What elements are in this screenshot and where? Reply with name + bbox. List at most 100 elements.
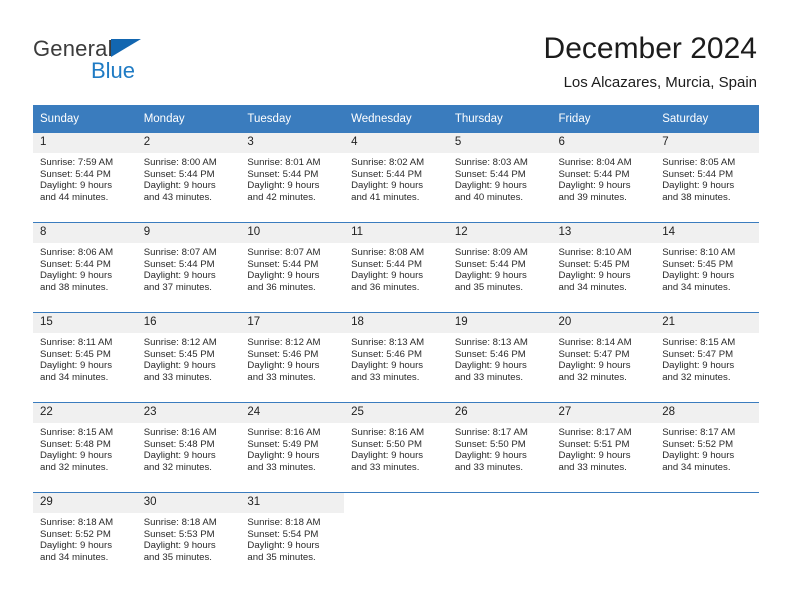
daylight-duration-line1: Daylight: 9 hours bbox=[351, 450, 424, 462]
calendar-day-cell[interactable]: 13 Sunrise: 8:10 AM Sunset: 5:45 PM Dayligh… bbox=[551, 222, 656, 313]
sunset-time: Sunset: 5:52 PM bbox=[40, 528, 111, 540]
sunset-time: Sunset: 5:53 PM bbox=[143, 528, 215, 540]
calendar-day-cell[interactable]: 19 Sunrise: 8:13 AM Sunset: 5:46 PM Dayligh… bbox=[447, 312, 552, 403]
daylight-duration-line1: Daylight: 9 hours bbox=[662, 360, 735, 372]
daylight-duration-line1: Daylight: 9 hours bbox=[558, 360, 631, 372]
calendar-day-cell[interactable]: 17 Sunrise: 8:12 AM Sunset: 5:46 PM Dayligh… bbox=[240, 312, 345, 403]
day-details: Sunrise: 8:07 AM Sunset: 5:44 PM Daylight:… bbox=[137, 243, 241, 293]
day-details: Sunrise: 7:59 AM Sunset: 5:44 PM Daylight:… bbox=[33, 153, 137, 203]
sunrise-time: Sunrise: 8:08 AM bbox=[351, 247, 425, 258]
calendar-day-cell[interactable]: 10 Sunrise: 8:07 AM Sunset: 5:44 PM Dayligh… bbox=[240, 222, 345, 313]
sunset-time: Sunset: 5:44 PM bbox=[351, 168, 423, 180]
calendar-day-cell[interactable]: 6 Sunrise: 8:04 AM Sunset: 5:44 PM Daylight… bbox=[551, 133, 656, 223]
day-details: Sunrise: 8:18 AM Sunset: 5:52 PM Daylight:… bbox=[33, 513, 137, 563]
sunrise-time: Sunrise: 8:04 AM bbox=[558, 157, 632, 168]
sunrise-time: Sunrise: 8:15 AM bbox=[40, 427, 114, 438]
sunset-time: Sunset: 5:44 PM bbox=[351, 258, 423, 270]
sunrise-time: Sunrise: 8:01 AM bbox=[247, 157, 321, 168]
sunset-time: Sunset: 5:44 PM bbox=[143, 168, 215, 180]
day-details: Sunrise: 8:18 AM Sunset: 5:54 PM Daylight:… bbox=[240, 513, 344, 563]
calendar-day-cell[interactable]: 20 Sunrise: 8:14 AM Sunset: 5:47 PM Dayligh… bbox=[551, 312, 656, 403]
day-details: Sunrise: 8:12 AM Sunset: 5:45 PM Daylight:… bbox=[137, 333, 241, 383]
sunrise-time: Sunrise: 8:13 AM bbox=[351, 337, 425, 348]
calendar-day-cell-empty bbox=[344, 492, 448, 582]
weekday-header-sunday: Sunday bbox=[33, 105, 137, 133]
day-details: Sunrise: 8:02 AM Sunset: 5:44 PM Daylight:… bbox=[344, 153, 448, 203]
daylight-duration-line2: and 34 minutes. bbox=[662, 461, 731, 473]
calendar-day-cell[interactable]: 15 Sunrise: 8:11 AM Sunset: 5:45 PM Dayligh… bbox=[33, 312, 137, 403]
day-details: Sunrise: 8:07 AM Sunset: 5:44 PM Daylight:… bbox=[240, 243, 344, 293]
calendar-day-cell[interactable]: 7 Sunrise: 8:05 AM Sunset: 5:44 PM Daylight… bbox=[655, 133, 759, 223]
calendar-day-cell[interactable]: 9 Sunrise: 8:07 AM Sunset: 5:44 PM Daylight… bbox=[136, 222, 241, 313]
day-number: 31 bbox=[240, 493, 345, 513]
calendar-day-cell[interactable]: 29 Sunrise: 8:18 AM Sunset: 5:52 PM Dayligh… bbox=[33, 492, 137, 582]
day-details: Sunrise: 8:15 AM Sunset: 5:48 PM Daylight:… bbox=[33, 423, 137, 473]
calendar-week-row: 8 Sunrise: 8:06 AM Sunset: 5:44 PM Daylight… bbox=[33, 222, 759, 313]
day-number: 30 bbox=[136, 493, 241, 513]
sunrise-time: Sunrise: 8:12 AM bbox=[247, 337, 321, 348]
day-details: Sunrise: 8:17 AM Sunset: 5:51 PM Daylight:… bbox=[552, 423, 656, 473]
calendar-day-cell[interactable]: 22 Sunrise: 8:15 AM Sunset: 5:48 PM Dayligh… bbox=[33, 402, 137, 493]
day-number bbox=[551, 493, 656, 513]
calendar-day-cell[interactable]: 18 Sunrise: 8:13 AM Sunset: 5:46 PM Dayligh… bbox=[344, 312, 448, 403]
calendar-day-cell[interactable]: 25 Sunrise: 8:16 AM Sunset: 5:50 PM Dayligh… bbox=[344, 402, 448, 493]
sunset-time: Sunset: 5:44 PM bbox=[454, 168, 526, 180]
calendar-day-cell[interactable]: 26 Sunrise: 8:17 AM Sunset: 5:50 PM Dayligh… bbox=[447, 402, 552, 493]
day-details: Sunrise: 8:09 AM Sunset: 5:44 PM Daylight:… bbox=[448, 243, 552, 293]
calendar-day-cell[interactable]: 28 Sunrise: 8:17 AM Sunset: 5:52 PM Dayligh… bbox=[655, 402, 759, 493]
month-calendar-table: Sunday Monday Tuesday Wednesday Thursday… bbox=[33, 105, 759, 582]
sunrise-time: Sunrise: 8:18 AM bbox=[40, 517, 114, 528]
daylight-duration-line2: and 33 minutes. bbox=[351, 371, 420, 383]
daylight-duration-line1: Daylight: 9 hours bbox=[143, 450, 216, 462]
daylight-duration-line1: Daylight: 9 hours bbox=[454, 450, 527, 462]
daylight-duration-line1: Daylight: 9 hours bbox=[40, 540, 112, 552]
daylight-duration-line2: and 35 minutes. bbox=[143, 551, 212, 563]
calendar-day-cell[interactable]: 23 Sunrise: 8:16 AM Sunset: 5:48 PM Dayligh… bbox=[136, 402, 241, 493]
day-number: 28 bbox=[655, 403, 759, 423]
sunrise-time: Sunrise: 8:02 AM bbox=[351, 157, 425, 168]
daylight-duration-line2: and 35 minutes. bbox=[454, 281, 524, 293]
calendar-day-cell[interactable]: 2 Sunrise: 8:00 AM Sunset: 5:44 PM Daylight… bbox=[136, 133, 241, 223]
weekday-header-friday: Friday bbox=[551, 105, 656, 133]
sunset-time: Sunset: 5:44 PM bbox=[454, 258, 526, 270]
daylight-duration-line2: and 33 minutes. bbox=[558, 461, 627, 473]
calendar-day-cell[interactable]: 12 Sunrise: 8:09 AM Sunset: 5:44 PM Dayligh… bbox=[447, 222, 552, 313]
day-number: 3 bbox=[240, 133, 345, 153]
daylight-duration-line2: and 32 minutes. bbox=[558, 371, 627, 383]
daylight-duration-line2: and 43 minutes. bbox=[143, 191, 212, 203]
daylight-duration-line2: and 32 minutes. bbox=[40, 461, 109, 473]
day-number: 9 bbox=[136, 223, 241, 243]
sunrise-time: Sunrise: 8:13 AM bbox=[454, 337, 528, 348]
page-header: General Blue December 2024 Los Alcazares… bbox=[0, 0, 792, 100]
daylight-duration-line1: Daylight: 9 hours bbox=[454, 180, 527, 192]
calendar-day-cell[interactable]: 8 Sunrise: 8:06 AM Sunset: 5:44 PM Daylight… bbox=[33, 222, 137, 313]
calendar-page: General Blue December 2024 Los Alcazares… bbox=[0, 0, 792, 612]
title-block: December 2024 Los Alcazares, Murcia, Spa… bbox=[544, 32, 757, 92]
daylight-duration-line1: Daylight: 9 hours bbox=[351, 180, 424, 192]
day-number bbox=[447, 493, 552, 513]
calendar-day-cell[interactable]: 3 Sunrise: 8:01 AM Sunset: 5:44 PM Daylight… bbox=[240, 133, 345, 223]
calendar-day-cell[interactable]: 14 Sunrise: 8:10 AM Sunset: 5:45 PM Dayligh… bbox=[655, 222, 759, 313]
sunset-time: Sunset: 5:47 PM bbox=[662, 348, 734, 360]
day-details: Sunrise: 8:16 AM Sunset: 5:50 PM Daylight:… bbox=[344, 423, 448, 473]
calendar-day-cell[interactable]: 24 Sunrise: 8:16 AM Sunset: 5:49 PM Dayligh… bbox=[240, 402, 345, 493]
calendar-day-cell[interactable]: 5 Sunrise: 8:03 AM Sunset: 5:44 PM Daylight… bbox=[447, 133, 552, 223]
calendar-day-cell[interactable]: 11 Sunrise: 8:08 AM Sunset: 5:44 PM Dayligh… bbox=[344, 222, 448, 313]
sunset-time: Sunset: 5:50 PM bbox=[454, 438, 526, 450]
general-blue-logo[interactable]: General Blue bbox=[33, 36, 273, 90]
sunset-time: Sunset: 5:48 PM bbox=[40, 438, 111, 450]
sunrise-time: Sunrise: 8:06 AM bbox=[40, 247, 114, 258]
day-number: 21 bbox=[655, 313, 759, 333]
daylight-duration-line2: and 42 minutes. bbox=[247, 191, 316, 203]
calendar-day-cell[interactable]: 4 Sunrise: 8:02 AM Sunset: 5:44 PM Daylight… bbox=[344, 133, 448, 223]
calendar-day-cell[interactable]: 1 Sunrise: 7:59 AM Sunset: 5:44 PM Daylight… bbox=[33, 133, 137, 223]
calendar-day-cell[interactable]: 21 Sunrise: 8:15 AM Sunset: 5:47 PM Dayligh… bbox=[655, 312, 759, 403]
sunset-time: Sunset: 5:45 PM bbox=[662, 258, 734, 270]
day-details: Sunrise: 8:17 AM Sunset: 5:52 PM Daylight:… bbox=[655, 423, 759, 473]
calendar-day-cell[interactable]: 27 Sunrise: 8:17 AM Sunset: 5:51 PM Dayligh… bbox=[551, 402, 656, 493]
day-number: 18 bbox=[344, 313, 448, 333]
calendar-day-cell[interactable]: 31 Sunrise: 8:18 AM Sunset: 5:54 PM Dayligh… bbox=[240, 492, 345, 582]
day-number: 19 bbox=[447, 313, 552, 333]
calendar-day-cell[interactable]: 30 Sunrise: 8:18 AM Sunset: 5:53 PM Dayligh… bbox=[136, 492, 241, 582]
calendar-day-cell[interactable]: 16 Sunrise: 8:12 AM Sunset: 5:45 PM Dayligh… bbox=[136, 312, 241, 403]
